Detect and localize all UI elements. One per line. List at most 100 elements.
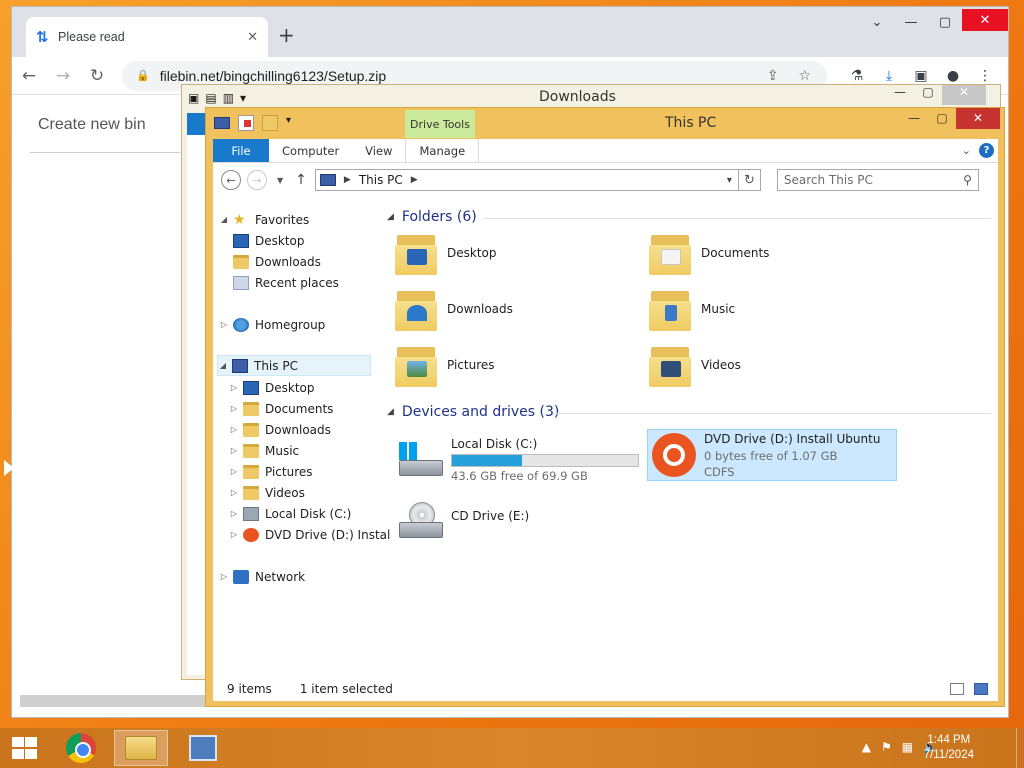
network-status-icon[interactable]: ▦ bbox=[902, 740, 913, 754]
lock-icon[interactable]: 🔒 bbox=[136, 69, 150, 82]
close-icon[interactable]: ✕ bbox=[962, 9, 1008, 31]
maximize-icon[interactable]: ▢ bbox=[914, 85, 942, 105]
large-icons-view-icon[interactable] bbox=[974, 683, 988, 695]
maximize-icon[interactable]: ▢ bbox=[928, 7, 962, 37]
expand-ribbon-icon[interactable]: ⌄ bbox=[962, 144, 971, 157]
clock[interactable]: 1:44 PM 7/11/2024 bbox=[924, 733, 974, 763]
refresh-icon[interactable]: ↻ bbox=[738, 169, 761, 191]
devices-group-header[interactable]: ◢ Devices and drives (3) bbox=[387, 404, 559, 420]
folder-downloads[interactable]: Downloads bbox=[395, 283, 635, 335]
properties-icon[interactable]: ▤ bbox=[205, 91, 216, 105]
nav-thispc[interactable]: ◢ This PC bbox=[217, 355, 371, 376]
folder-desktop[interactable]: Desktop bbox=[395, 227, 635, 279]
taskbar-chrome[interactable] bbox=[54, 730, 108, 766]
breadcrumb-chevron-icon[interactable]: ▶ bbox=[411, 175, 418, 185]
nav-pc-documents[interactable]: ▷ Documents bbox=[229, 398, 333, 419]
back-icon[interactable]: ← bbox=[221, 170, 241, 190]
drive-dvd-d[interactable]: DVD Drive (D:) Install Ubuntu 0 bytes fr… bbox=[647, 429, 897, 481]
folder-music[interactable]: Music bbox=[649, 283, 889, 335]
expand-arrow-icon[interactable]: ▷ bbox=[229, 383, 239, 392]
nav-fav-recent[interactable]: Recent places bbox=[229, 272, 339, 293]
nav-fav-desktop[interactable]: Desktop bbox=[229, 230, 305, 251]
minimize-icon[interactable]: — bbox=[900, 108, 928, 129]
expand-arrow-icon[interactable]: ▷ bbox=[229, 446, 239, 455]
qat-dropdown-icon[interactable]: ▾ bbox=[286, 115, 291, 131]
expand-arrow-icon[interactable]: ▷ bbox=[229, 530, 239, 539]
nav-pc-desktop[interactable]: ▷ Desktop bbox=[229, 377, 315, 398]
drive-cd-e[interactable]: CD Drive (E:) bbox=[395, 497, 645, 549]
close-icon[interactable]: ✕ bbox=[942, 85, 986, 105]
recent-locations-icon[interactable]: ▼ bbox=[277, 176, 283, 185]
collapse-arrow-icon[interactable]: ◢ bbox=[218, 361, 228, 370]
page-heading[interactable]: Create new bin bbox=[38, 116, 146, 134]
nav-network[interactable]: ▷ Network bbox=[219, 566, 305, 587]
nav-pc-music[interactable]: ▷ Music bbox=[229, 440, 299, 461]
folder-documents[interactable]: Documents bbox=[649, 227, 889, 279]
menu-kebab-icon[interactable]: ⋮ bbox=[969, 68, 1001, 84]
address-bar[interactable]: ▶ This PC ▶ ▾ bbox=[314, 169, 739, 191]
expand-arrow-icon[interactable]: ▷ bbox=[229, 425, 239, 434]
forward-icon[interactable]: → bbox=[46, 66, 80, 86]
nav-pc-videos[interactable]: ▷ Videos bbox=[229, 482, 305, 503]
nav-pc-local-disk-c[interactable]: ▷ Local Disk (C:) bbox=[229, 503, 351, 524]
taskbar-remote-desktop[interactable] bbox=[176, 730, 230, 766]
forward-icon[interactable]: → bbox=[247, 170, 267, 190]
properties-icon[interactable] bbox=[238, 115, 254, 131]
expand-arrow-icon[interactable]: ▷ bbox=[219, 572, 229, 581]
nav-favorites[interactable]: ◢ ★ Favorites bbox=[219, 209, 309, 230]
taskbar-file-explorer[interactable] bbox=[114, 730, 168, 766]
nav-homegroup[interactable]: ▷ Homegroup bbox=[219, 314, 325, 335]
browser-tab[interactable]: ⇅ Please read ✕ bbox=[26, 17, 268, 57]
side-panel-icon[interactable]: ▣ bbox=[905, 68, 937, 84]
breadcrumb-chevron-icon[interactable]: ▶ bbox=[344, 175, 351, 185]
tab-search-icon[interactable]: ⌄ bbox=[860, 7, 894, 37]
show-desktop-button[interactable] bbox=[1016, 728, 1024, 768]
expand-arrow-icon[interactable]: ▷ bbox=[229, 467, 239, 476]
collapse-arrow-icon[interactable]: ◢ bbox=[387, 212, 394, 222]
nav-pc-downloads[interactable]: ▷ Downloads bbox=[229, 419, 331, 440]
tab-view[interactable]: View bbox=[352, 139, 405, 162]
collapse-arrow-icon[interactable]: ◢ bbox=[219, 215, 229, 224]
nav-pc-pictures[interactable]: ▷ Pictures bbox=[229, 461, 313, 482]
drive-local-disk-c[interactable]: Local Disk (C:) 43.6 GB free of 69.9 GB bbox=[395, 435, 645, 487]
close-icon[interactable]: ✕ bbox=[956, 108, 1000, 129]
share-icon[interactable]: ⇪ bbox=[767, 68, 779, 84]
help-icon[interactable]: ? bbox=[979, 143, 994, 158]
reload-icon[interactable]: ↻ bbox=[80, 66, 114, 86]
windows-start-icon[interactable] bbox=[10, 736, 38, 760]
bookmark-star-icon[interactable]: ☆ bbox=[798, 68, 811, 84]
flag-icon[interactable]: ⚑ bbox=[881, 740, 892, 754]
search-input[interactable]: Search This PC ⚲ bbox=[776, 169, 979, 191]
breadcrumb-thispc[interactable]: This PC bbox=[359, 173, 403, 187]
nav-pc-dvd-drive-d[interactable]: ▷ DVD Drive (D:) Instal bbox=[229, 524, 390, 545]
new-folder-icon[interactable] bbox=[262, 115, 278, 131]
minimize-icon[interactable]: — bbox=[894, 7, 928, 37]
folders-group-header[interactable]: ◢ Folders (6) bbox=[387, 209, 477, 225]
collapse-arrow-icon[interactable]: ◢ bbox=[387, 407, 394, 417]
tab-computer[interactable]: Computer bbox=[269, 139, 352, 162]
new-tab-icon[interactable]: + bbox=[278, 23, 295, 47]
extension-flask-icon[interactable]: ⚗ bbox=[841, 68, 873, 84]
folder-videos[interactable]: Videos bbox=[649, 339, 889, 391]
tab-file[interactable]: File bbox=[213, 139, 269, 162]
profile-avatar-icon[interactable]: ● bbox=[937, 68, 969, 84]
up-icon[interactable]: ↑ bbox=[295, 172, 307, 188]
new-folder-icon[interactable]: ▥ bbox=[223, 91, 234, 105]
address-dropdown-icon[interactable]: ▾ bbox=[721, 175, 738, 186]
back-icon[interactable]: ← bbox=[12, 66, 46, 86]
expand-arrow-icon[interactable]: ▷ bbox=[229, 509, 239, 518]
download-icon[interactable]: ⤓ bbox=[873, 68, 905, 84]
url-text[interactable]: filebin.net/bingchilling6123/Setup.zip bbox=[160, 68, 767, 84]
show-hidden-icons-icon[interactable]: ▲ bbox=[862, 740, 871, 754]
expand-arrow-icon[interactable]: ▷ bbox=[219, 320, 229, 329]
expand-arrow-icon[interactable]: ▷ bbox=[229, 404, 239, 413]
minimize-icon[interactable]: — bbox=[886, 85, 914, 105]
details-view-icon[interactable] bbox=[950, 683, 964, 695]
maximize-icon[interactable]: ▢ bbox=[928, 108, 956, 129]
expand-arrow-icon[interactable]: ▷ bbox=[229, 488, 239, 497]
search-placeholder[interactable]: Search This PC bbox=[784, 173, 963, 187]
tab-manage[interactable]: Manage bbox=[405, 139, 480, 162]
nav-fav-downloads[interactable]: Downloads bbox=[229, 251, 321, 272]
search-icon[interactable]: ⚲ bbox=[963, 173, 972, 187]
close-tab-icon[interactable]: ✕ bbox=[247, 30, 258, 45]
